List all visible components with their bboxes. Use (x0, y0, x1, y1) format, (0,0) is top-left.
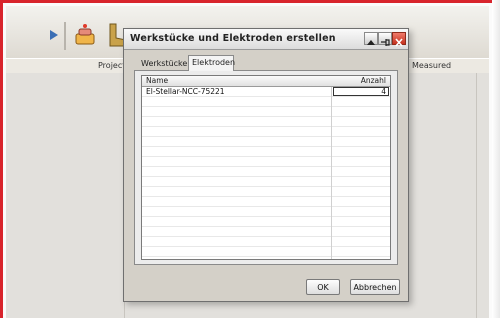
up-arrow-icon[interactable] (364, 32, 378, 45)
dialog-title-bar[interactable]: Werkstücke und Elektroden erstellen (124, 29, 408, 50)
create-workpieces-dialog: Werkstücke und Elektroden erstellen Werk… (123, 28, 409, 302)
ok-button[interactable]: OK (306, 279, 340, 295)
electrode-list[interactable]: Name Anzahl El-Stellar-NCC-75221 4 (141, 75, 391, 260)
tab-elektroden[interactable]: Elektroden (188, 55, 235, 71)
quantity-field[interactable]: 4 (333, 87, 389, 96)
column-divider (476, 73, 477, 318)
tab-panel: Name Anzahl El-Stellar-NCC-75221 4 (134, 70, 398, 265)
electrode-name: El-Stellar-NCC-75221 (146, 87, 225, 96)
column-header-measured[interactable]: Measured (412, 61, 451, 70)
dialog-title: Werkstücke und Elektroden erstellen (130, 33, 336, 44)
column-header-anzahl[interactable]: Anzahl (361, 76, 386, 86)
close-icon[interactable] (392, 32, 406, 47)
pin-icon[interactable] (378, 32, 392, 46)
column-header-name[interactable]: Name (146, 76, 168, 86)
toolbar-separator (64, 22, 66, 50)
cancel-button[interactable]: Abbrechen (350, 279, 400, 295)
column-header-project[interactable]: Project (98, 61, 125, 70)
list-rows: El-Stellar-NCC-75221 4 (142, 87, 390, 259)
cake-icon[interactable] (70, 20, 100, 50)
list-header: Name Anzahl (142, 76, 390, 87)
column-divider (331, 87, 332, 259)
table-row[interactable]: El-Stellar-NCC-75221 4 (142, 87, 390, 97)
page-shadow (492, 0, 500, 318)
tab-werkstuecke[interactable]: Werkstücke (138, 57, 187, 71)
